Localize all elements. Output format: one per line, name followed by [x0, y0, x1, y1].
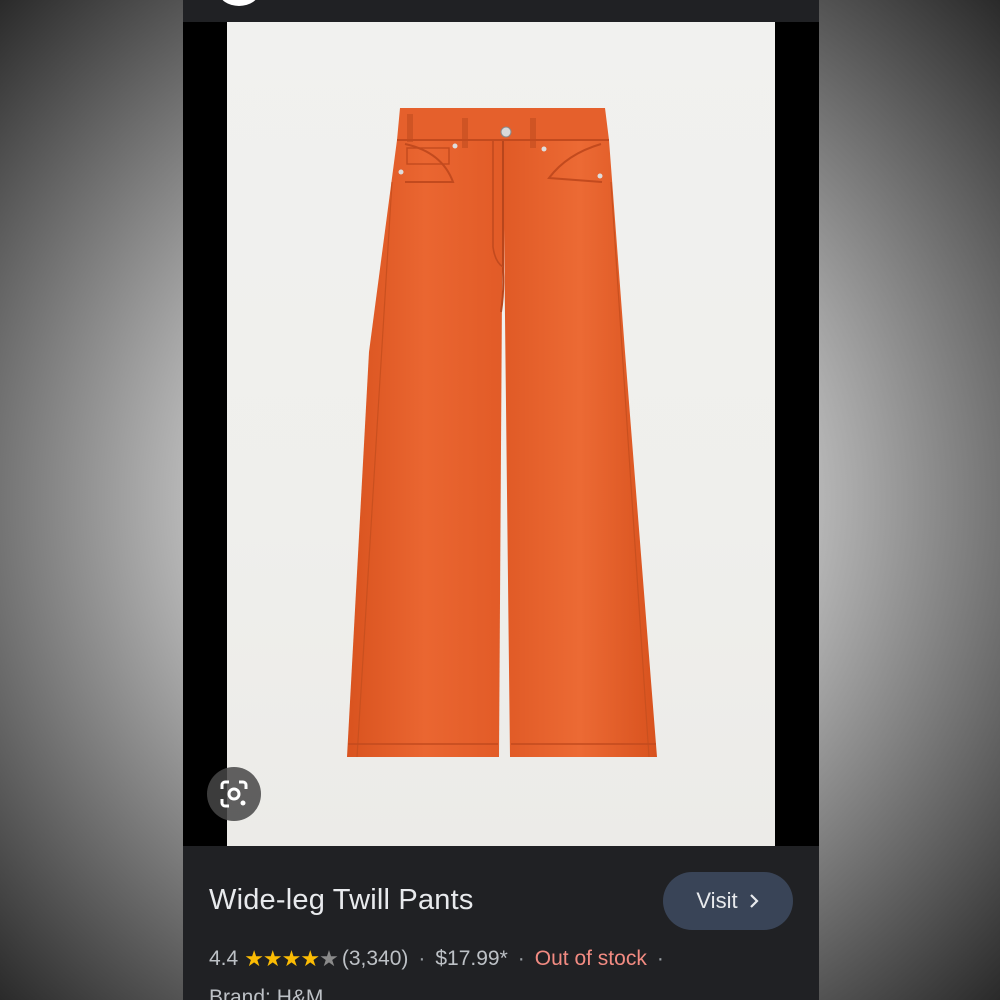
separator: ·: [517, 947, 525, 970]
separator: ·: [656, 947, 664, 970]
star-rating-icon: ★★★★★: [244, 946, 339, 972]
stock-status: Out of stock: [534, 947, 647, 970]
rating-value: 4.4: [209, 947, 239, 970]
brand-label: Brand: H&M: [209, 986, 324, 1000]
full-stars: ★★★★: [244, 946, 320, 971]
image-viewer: [183, 22, 819, 846]
chevron-right-icon: [749, 894, 759, 908]
product-info-panel: Wide-leg Twill Pants Visit 4.4 ★★★★★ (3,…: [183, 846, 819, 1000]
price: $17.99*: [435, 947, 508, 970]
product-title[interactable]: Wide-leg Twill Pants: [209, 884, 474, 917]
product-image[interactable]: [227, 22, 775, 846]
product-meta-row: 4.4 ★★★★★ (3,340) · $17.99* · Out of sto…: [209, 946, 674, 972]
half-star: ★: [319, 946, 339, 971]
right-leg: [503, 140, 657, 757]
pants-illustration: [347, 108, 657, 758]
visit-button-label: Visit: [696, 888, 738, 913]
google-lens-button[interactable]: [207, 767, 261, 821]
avatar[interactable]: [219, 0, 259, 6]
top-bar: [183, 0, 819, 22]
visit-button[interactable]: Visit: [663, 872, 793, 930]
google-lens-icon: [220, 780, 248, 808]
phone-screen: Wide-leg Twill Pants Visit 4.4 ★★★★★ (3,…: [183, 0, 819, 1000]
separator: ·: [418, 947, 426, 970]
left-leg: [347, 140, 503, 757]
review-count[interactable]: (3,340): [342, 947, 409, 971]
